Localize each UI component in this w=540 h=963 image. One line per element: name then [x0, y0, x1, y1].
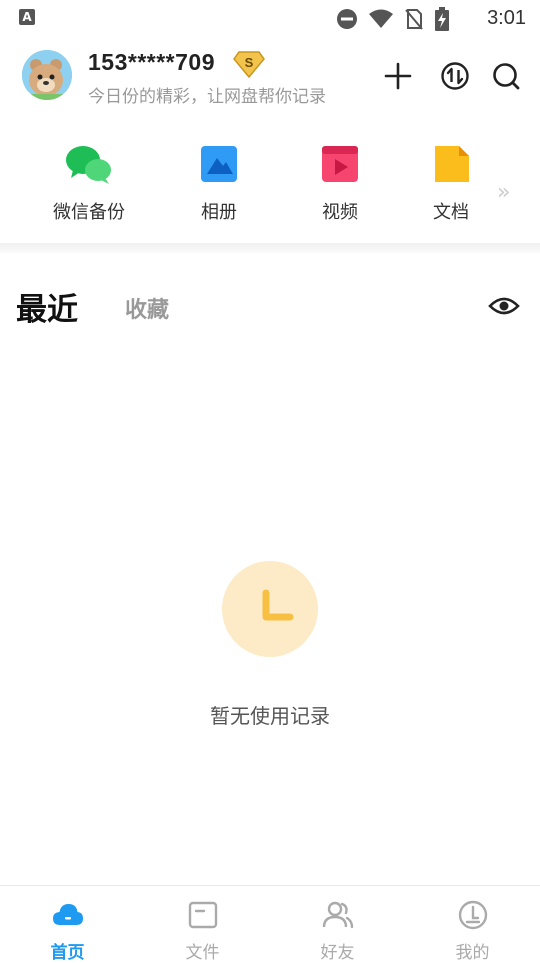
cloud-icon	[52, 904, 83, 925]
section-divider	[0, 243, 540, 253]
status-time: 3:01	[487, 7, 526, 29]
header-subtitle: 今日份的精彩，让网盘帮你记录	[88, 87, 326, 107]
search-icon[interactable]	[490, 60, 522, 92]
video-icon	[322, 146, 358, 182]
vip-letter: S	[245, 55, 254, 70]
document-icon	[435, 146, 469, 182]
empty-state-message: 暂无使用记录	[210, 704, 330, 728]
quick-item-video[interactable]: 视频	[290, 140, 390, 224]
nav-label: 文件	[185, 943, 220, 963]
wechat-icon	[66, 146, 111, 184]
add-icon[interactable]	[382, 60, 414, 92]
quick-item-document[interactable]: 文档	[401, 140, 501, 224]
no-sim-icon	[405, 9, 423, 30]
tab-recent[interactable]: 最近	[16, 284, 78, 329]
bottom-nav: 首页 文件 好友 我的	[0, 885, 540, 963]
do-not-disturb-icon	[337, 9, 357, 29]
friends-icon	[322, 901, 353, 929]
nav-label: 首页	[50, 943, 85, 963]
more-chevron-icon[interactable]: »	[497, 180, 510, 205]
quick-item-label: 微信备份	[53, 202, 125, 223]
battery-charging-icon	[435, 7, 449, 31]
transfer-icon[interactable]	[439, 60, 471, 92]
nav-friends[interactable]: 好友	[270, 886, 405, 963]
notification-icon: A	[19, 9, 35, 25]
clock-icon	[262, 589, 294, 621]
nav-home[interactable]: 首页	[0, 886, 135, 963]
vip-badge[interactable]: S	[233, 50, 265, 79]
user-header: 153*****709 S 今日份的精彩，让网盘帮你记录	[0, 46, 540, 110]
quick-item-label: 相册	[201, 202, 237, 223]
tab-favorites[interactable]: 收藏	[125, 292, 169, 324]
avatar[interactable]	[22, 50, 72, 100]
folder-icon	[188, 901, 217, 929]
nav-mine[interactable]: 我的	[405, 886, 540, 963]
user-name[interactable]: 153*****709	[88, 49, 215, 76]
recent-tabs: 最近 收藏	[0, 282, 540, 332]
empty-state-illustration	[222, 561, 318, 657]
album-icon	[201, 146, 237, 182]
nav-files[interactable]: 文件	[135, 886, 270, 963]
quick-item-wechat-backup[interactable]: 微信备份	[39, 140, 139, 224]
avatar-bear-icon	[22, 50, 72, 100]
vip-diamond-icon: S	[233, 51, 265, 79]
nav-label: 我的	[455, 943, 490, 963]
profile-icon	[458, 900, 487, 930]
quick-access-row: 微信备份 相册 视频 文档 »	[0, 140, 540, 230]
quick-item-label: 文档	[433, 202, 469, 223]
status-icons	[336, 7, 450, 31]
status-bar: A 3:01	[0, 0, 540, 36]
eye-icon[interactable]	[488, 290, 520, 322]
nav-label: 好友	[320, 943, 355, 963]
quick-item-album[interactable]: 相册	[169, 140, 269, 224]
wifi-icon	[369, 9, 393, 28]
quick-item-label: 视频	[322, 202, 358, 223]
